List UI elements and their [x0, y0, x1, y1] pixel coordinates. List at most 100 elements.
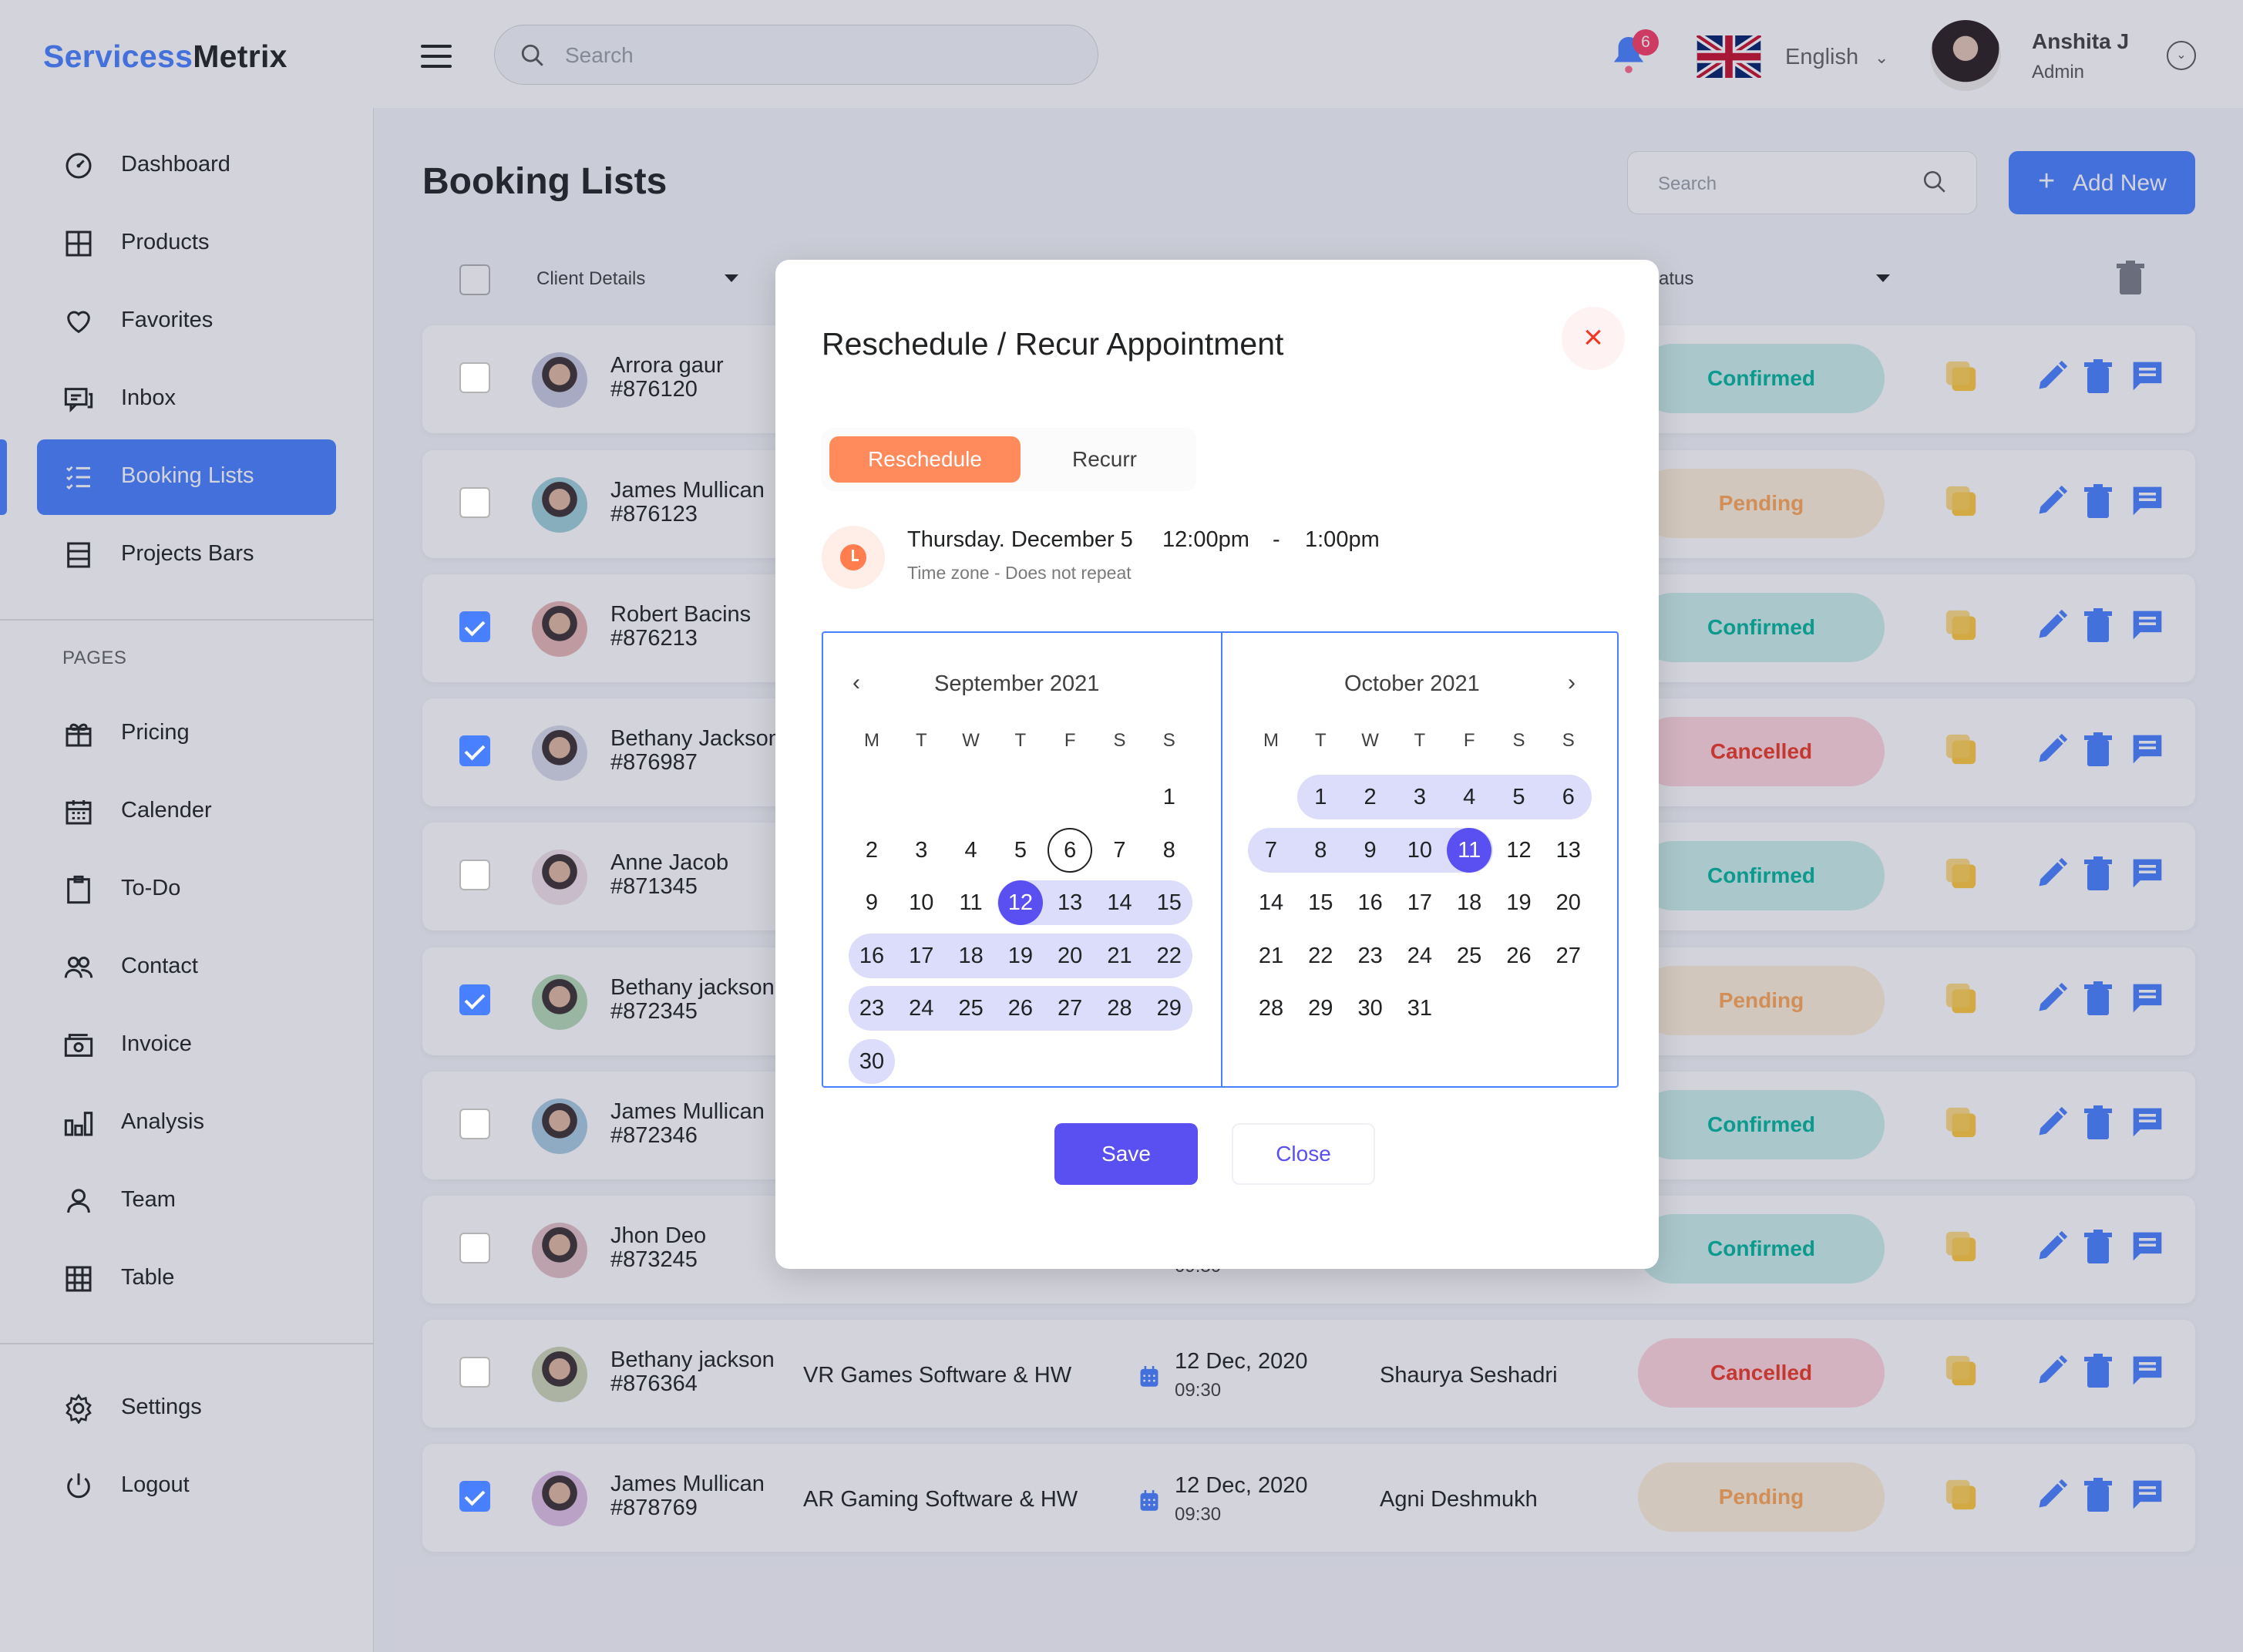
calendar-day[interactable]: 26	[1495, 934, 1544, 978]
calendar-day[interactable]: 25	[1444, 934, 1494, 978]
calendar-day[interactable]: 10	[1395, 828, 1444, 873]
calendar-day[interactable]: 20	[1045, 934, 1095, 978]
reschedule-modal: Reschedule / Recur Appointment × Resched…	[775, 260, 1659, 1269]
weekday-label: W	[1361, 730, 1379, 751]
calendar-day[interactable]: 22	[1296, 934, 1345, 978]
close-icon[interactable]: ×	[1562, 307, 1625, 370]
clock-icon	[822, 526, 885, 589]
tab-reschedule[interactable]: Reschedule	[829, 436, 1021, 483]
weekday-label: W	[962, 730, 980, 751]
calendar-day[interactable]: 28	[1246, 986, 1296, 1031]
weekday-label: M	[864, 730, 879, 751]
calendar-day[interactable]: 12	[1495, 828, 1544, 873]
calendar-day[interactable]: 22	[1145, 934, 1194, 978]
weekday-label: M	[1263, 730, 1279, 751]
weekday-label: T	[915, 730, 927, 751]
calendar-day[interactable]: 1	[1145, 775, 1194, 819]
weekday-label: S	[1562, 730, 1575, 751]
calendar-day[interactable]: 3	[1395, 775, 1444, 819]
calendar-day[interactable]: 18	[1444, 880, 1494, 925]
calendar-day[interactable]: 5	[996, 828, 1045, 873]
appointment-date: Thursday. December 5	[907, 527, 1133, 552]
calendar-day[interactable]: 7	[1246, 828, 1296, 873]
time-separator: -	[1273, 527, 1280, 552]
row-checkbox[interactable]	[459, 984, 490, 1015]
calendar-day[interactable]: 1	[1296, 775, 1345, 819]
row-checkbox[interactable]	[459, 1357, 490, 1388]
calendar-day[interactable]: 17	[896, 934, 946, 978]
row-checkbox[interactable]	[459, 487, 490, 518]
calendar-day[interactable]: 5	[1495, 775, 1544, 819]
calendar-day[interactable]: 6	[1045, 827, 1095, 873]
tab-recurr[interactable]: Recurr	[1021, 436, 1189, 483]
calendar-day[interactable]: 8	[1145, 828, 1194, 873]
calendar-day[interactable]: 8	[1296, 828, 1345, 873]
calendar-day[interactable]: 20	[1544, 880, 1593, 925]
calendar-day[interactable]: 7	[1095, 828, 1145, 873]
calendar-day[interactable]: 16	[847, 934, 896, 978]
calendar-day[interactable]: 24	[1395, 934, 1444, 978]
calendar-day[interactable]: 14	[1095, 880, 1145, 925]
weekday-label: S	[1512, 730, 1525, 751]
row-checkbox[interactable]	[459, 1481, 490, 1512]
row-checkbox[interactable]	[459, 1233, 490, 1263]
row-checkbox[interactable]	[459, 1109, 490, 1139]
calendar-day[interactable]: 17	[1395, 880, 1444, 925]
calendar-day[interactable]: 13	[1544, 828, 1593, 873]
calendar-day[interactable]: 16	[1346, 880, 1395, 925]
calendar-day[interactable]: 28	[1095, 986, 1145, 1031]
calendar-day[interactable]: 4	[947, 828, 996, 873]
calendar-day[interactable]: 27	[1544, 934, 1593, 978]
end-time[interactable]: 1:00pm	[1305, 527, 1380, 553]
calendar-day[interactable]: 15	[1145, 880, 1194, 925]
calendar-day-selected[interactable]: 12	[996, 880, 1045, 925]
calendar-day[interactable]: 30	[1346, 986, 1395, 1031]
calendar-day[interactable]: 2	[847, 828, 896, 873]
weekday-label: T	[1314, 730, 1327, 751]
row-checkbox[interactable]	[459, 611, 490, 642]
calendar-day[interactable]: 11	[947, 880, 996, 925]
calendar-day[interactable]: 4	[1444, 775, 1494, 819]
row-checkbox[interactable]	[459, 735, 490, 766]
row-checkbox[interactable]	[459, 860, 490, 890]
modal-title: Reschedule / Recur Appointment	[822, 326, 1284, 362]
calendar-day[interactable]: 25	[947, 986, 996, 1031]
calendar-day[interactable]: 29	[1145, 986, 1194, 1031]
row-checkbox[interactable]	[459, 362, 490, 393]
calendar-day[interactable]: 24	[896, 986, 946, 1031]
calendar-day[interactable]: 9	[847, 880, 896, 925]
weekday-label: T	[1414, 730, 1426, 751]
calendar-day[interactable]: 21	[1246, 934, 1296, 978]
calendar-day[interactable]: 23	[847, 986, 896, 1031]
timezone-note: Time zone - Does not repeat	[907, 563, 1132, 583]
calendar-day[interactable]: 26	[996, 986, 1045, 1031]
date-range-picker: ‹ September 2021 October 2021 › MTWTFSS1…	[822, 631, 1619, 1088]
calendar-day[interactable]: 27	[1045, 986, 1095, 1031]
save-button[interactable]: Save	[1054, 1123, 1198, 1185]
weekday-label: S	[1162, 730, 1175, 751]
left-month-grid: M T W T F S S 1 2 3 4 5 6 7 8 9 10 11 12 13 14 15 16 17 18 19 20 21…	[823, 633, 1221, 1088]
calendar-day[interactable]: 2	[1346, 775, 1395, 819]
calendar-day[interactable]: 10	[896, 880, 946, 925]
calendar-day[interactable]: 18	[947, 934, 996, 978]
calendar-day[interactable]: 6	[1544, 775, 1593, 819]
start-time[interactable]: 12:00pm	[1162, 527, 1249, 553]
calendar-day[interactable]: 29	[1296, 986, 1345, 1031]
calendar-day[interactable]: 30	[847, 1039, 896, 1084]
calendar-day-selected[interactable]: 11	[1444, 827, 1494, 873]
calendar-day[interactable]: 19	[996, 934, 1045, 978]
calendar-day[interactable]: 21	[1095, 934, 1145, 978]
calendar-day[interactable]: 9	[1346, 828, 1395, 873]
close-button[interactable]: Close	[1232, 1123, 1375, 1185]
weekday-label: T	[1014, 730, 1027, 751]
calendar-day[interactable]: 23	[1346, 934, 1395, 978]
mode-toggle: Reschedule Recurr	[822, 428, 1196, 491]
calendar-day[interactable]: 14	[1246, 880, 1296, 925]
calendar-day[interactable]: 19	[1495, 880, 1544, 925]
right-month-grid: M T W T F S S 1 2 3 4 5 6 7 8 9 10 11 12 13 14 15 16 17 18 19 20 21…	[1222, 633, 1619, 1088]
calendar-day[interactable]: 13	[1045, 880, 1095, 925]
calendar-day[interactable]: 31	[1395, 986, 1444, 1031]
calendar-day[interactable]: 15	[1296, 880, 1345, 925]
weekday-label: S	[1113, 730, 1126, 751]
calendar-day[interactable]: 3	[896, 828, 946, 873]
